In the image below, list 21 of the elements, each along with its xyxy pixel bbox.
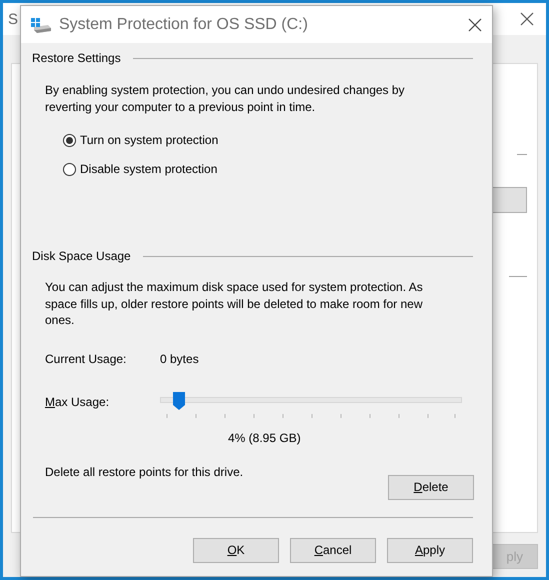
max-usage-label: Max Usage: [45, 394, 110, 408]
group-heading: Restore Settings [32, 51, 121, 65]
radio-option[interactable]: Disable system protection [63, 162, 218, 176]
close-icon[interactable] [520, 12, 534, 26]
delete-button[interactable]: Delete [388, 474, 474, 500]
drive-icon [30, 16, 52, 32]
delete-description: Delete all restore points for this drive. [45, 464, 244, 478]
current-usage-label: Current Usage: [45, 352, 128, 366]
dialog-title: System Protection for OS SSD (C:) [59, 16, 309, 34]
dialog-button[interactable]: Cancel [290, 538, 376, 562]
description-text: You can adjust the maximum disk space used for system protection. As space fills up, older restore points will be deleted to make room for new ones. [45, 279, 424, 328]
current-usage-value: 0 bytes [160, 352, 199, 366]
group-heading: Disk Space Usage [32, 249, 131, 263]
max-usage-reading: 4% (8.95 GB) [228, 430, 302, 444]
close-icon[interactable] [468, 18, 482, 32]
radio-option[interactable]: Turn on system protection [63, 133, 218, 147]
slider-thumb[interactable] [172, 390, 186, 410]
window-title: S [8, 10, 18, 28]
dialog-button[interactable]: OK [193, 538, 279, 562]
dialog-button[interactable]: Apply [387, 538, 473, 562]
description-text: By enabling system protection, you can undo undesired changes by reverting your computer to a previous point in time. [45, 82, 406, 115]
